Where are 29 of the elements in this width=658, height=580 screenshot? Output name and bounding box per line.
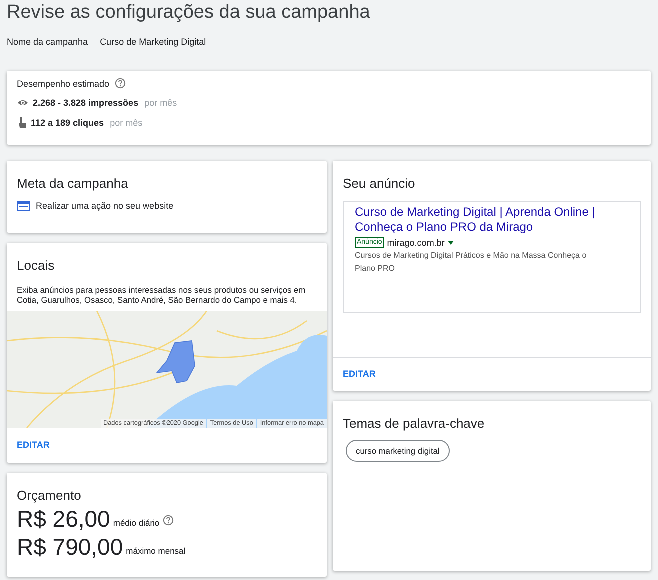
edit-link[interactable]: EDITAR [7,428,327,463]
edit-link[interactable]: EDITAR [333,358,651,391]
metric-unit: por mês [144,98,178,108]
locations-description: Exiba anúncios para pessoas interessadas nos seus produtos ou serviços em Cotia, Guarulhos, Osasco, Santo André, São Bernardo do Campo e mais 4. [16,284,307,307]
card-title: Locais [16,257,56,273]
budget-amount: R$ 26,00 [17,507,110,531]
goal-text: Realizar uma ação no seu website [36,201,174,211]
budget-amount: R$ 790,00 [17,535,124,559]
metric-value: 112 a 189 cliques [31,118,104,128]
caret-icon [448,240,454,244]
ad-url: mirago.com.br [387,238,445,248]
metric-unit: por mês [110,118,143,128]
hand-pointer-icon [17,117,27,128]
browser-window-icon [17,201,30,211]
metric-value: 2.268 - 3.828 impressões [33,98,139,108]
card-title: Desempenho estimado [17,78,110,88]
budget-unit: máximo mensal [126,546,186,558]
field-label: Nome da campanha [7,37,88,49]
card-title: Meta da campanha [16,175,130,191]
ad-description: Cursos de Marketing Digital Práticos e Mão na Massa Conheça o Plano PRO [355,250,588,275]
card-title: Orçamento [16,487,82,503]
keyword-chip[interactable]: curso marketing digital [346,440,450,462]
eye-icon [17,98,29,108]
budget-unit: médio diário [113,518,160,530]
ad-headline[interactable]: Curso de Marketing Digital | Aprenda Online | Conheça o Plano PRO da Mirago [355,205,629,235]
card-title: Seu anúncio [342,175,416,191]
card-title: Temas de palavra-chave [342,415,486,431]
field-value: Curso de Marketing Digital [100,37,206,49]
page-title: Revise as configurações da sua campanha [7,1,372,24]
